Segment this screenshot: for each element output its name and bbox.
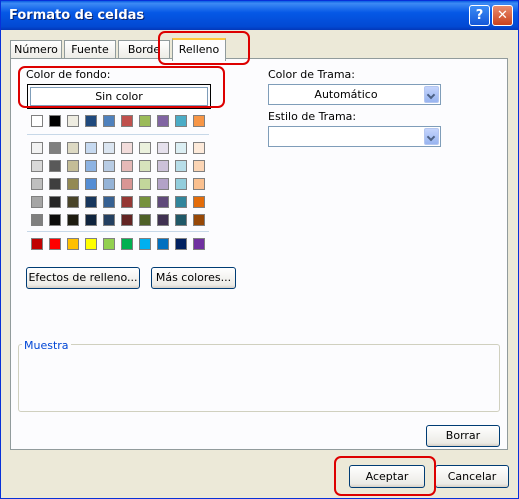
close-button[interactable]: ✕ xyxy=(492,5,513,26)
color-swatch[interactable] xyxy=(49,196,61,208)
dialog-title: Formato de celdas xyxy=(9,8,145,23)
tab-fuente[interactable]: Fuente xyxy=(64,40,116,59)
color-swatch[interactable] xyxy=(67,160,79,172)
color-swatch[interactable] xyxy=(85,160,97,172)
color-swatch[interactable] xyxy=(85,214,97,226)
color-swatch[interactable] xyxy=(31,142,43,154)
sample-label: Muestra xyxy=(22,339,71,352)
color-swatch[interactable] xyxy=(157,196,169,208)
color-swatch[interactable] xyxy=(67,142,79,154)
color-swatch[interactable] xyxy=(175,196,187,208)
tab-strip: Número Fuente Borde Relleno xyxy=(10,38,250,61)
color-swatch[interactable] xyxy=(121,178,133,190)
color-swatch[interactable] xyxy=(139,238,151,250)
color-swatch[interactable] xyxy=(85,142,97,154)
pattern-style-label: Estilo de Trama: xyxy=(268,110,357,123)
tab-numero[interactable]: Número xyxy=(10,40,62,59)
color-swatch[interactable] xyxy=(121,160,133,172)
background-color-label: Color de fondo: xyxy=(26,68,111,81)
color-swatch[interactable] xyxy=(139,196,151,208)
no-color-button[interactable]: Sin color xyxy=(30,87,208,106)
color-swatch[interactable] xyxy=(121,214,133,226)
cancel-button[interactable]: Cancelar xyxy=(435,465,509,488)
color-swatch[interactable] xyxy=(85,115,97,127)
clear-button[interactable]: Borrar xyxy=(426,425,500,447)
color-swatch[interactable] xyxy=(103,196,115,208)
color-swatch[interactable] xyxy=(31,115,43,127)
color-swatch[interactable] xyxy=(193,142,205,154)
color-swatch[interactable] xyxy=(139,214,151,226)
color-swatch[interactable] xyxy=(175,214,187,226)
color-swatch[interactable] xyxy=(103,214,115,226)
color-swatch[interactable] xyxy=(139,115,151,127)
color-swatch[interactable] xyxy=(157,142,169,154)
color-swatch[interactable] xyxy=(67,238,79,250)
color-swatch[interactable] xyxy=(121,196,133,208)
color-swatch[interactable] xyxy=(103,238,115,250)
color-swatch[interactable] xyxy=(85,196,97,208)
color-swatch[interactable] xyxy=(67,214,79,226)
color-swatch[interactable] xyxy=(121,238,133,250)
color-swatch[interactable] xyxy=(67,196,79,208)
color-swatch[interactable] xyxy=(31,214,43,226)
color-swatch[interactable] xyxy=(67,178,79,190)
color-swatch[interactable] xyxy=(193,178,205,190)
fill-effects-button[interactable]: Efectos de relleno... xyxy=(26,267,140,289)
pattern-color-label: Color de Trama: xyxy=(268,68,355,81)
color-swatch[interactable] xyxy=(193,238,205,250)
color-swatch[interactable] xyxy=(139,142,151,154)
color-swatch[interactable] xyxy=(193,160,205,172)
color-swatch[interactable] xyxy=(103,142,115,154)
color-swatch[interactable] xyxy=(85,178,97,190)
color-swatch[interactable] xyxy=(49,160,61,172)
color-swatch[interactable] xyxy=(31,238,43,250)
color-swatch[interactable] xyxy=(175,178,187,190)
title-bar[interactable]: Formato de celdas ? ✕ xyxy=(1,1,518,30)
color-swatch[interactable] xyxy=(175,115,187,127)
color-swatch[interactable] xyxy=(49,178,61,190)
color-swatch[interactable] xyxy=(49,115,61,127)
color-swatch[interactable] xyxy=(193,196,205,208)
color-swatch[interactable] xyxy=(49,238,61,250)
chevron-down-icon[interactable] xyxy=(424,86,439,103)
sample-group xyxy=(18,344,500,412)
ok-button[interactable]: Aceptar xyxy=(349,465,425,488)
color-swatch[interactable] xyxy=(31,196,43,208)
color-swatch[interactable] xyxy=(121,142,133,154)
tab-borde[interactable]: Borde xyxy=(118,40,170,59)
palette-separator xyxy=(27,231,209,232)
color-swatch[interactable] xyxy=(139,178,151,190)
help-button[interactable]: ? xyxy=(469,5,490,26)
color-swatch[interactable] xyxy=(193,115,205,127)
color-swatch[interactable] xyxy=(103,160,115,172)
more-colors-button[interactable]: Más colores... xyxy=(151,267,236,289)
color-swatch[interactable] xyxy=(31,160,43,172)
palette-separator xyxy=(27,134,209,135)
color-swatch[interactable] xyxy=(175,142,187,154)
color-swatch[interactable] xyxy=(175,160,187,172)
color-swatch[interactable] xyxy=(157,115,169,127)
color-swatch[interactable] xyxy=(175,238,187,250)
pattern-style-dropdown[interactable] xyxy=(268,126,441,147)
color-swatch[interactable] xyxy=(157,178,169,190)
pattern-color-value: Automático xyxy=(314,88,378,101)
color-swatch[interactable] xyxy=(49,214,61,226)
color-swatch[interactable] xyxy=(103,178,115,190)
color-swatch[interactable] xyxy=(103,115,115,127)
color-swatch[interactable] xyxy=(31,178,43,190)
color-swatch[interactable] xyxy=(157,160,169,172)
color-swatch[interactable] xyxy=(121,115,133,127)
color-swatch[interactable] xyxy=(85,238,97,250)
tab-relleno[interactable]: Relleno xyxy=(172,38,226,61)
color-swatch[interactable] xyxy=(157,238,169,250)
color-swatch[interactable] xyxy=(157,214,169,226)
color-swatch[interactable] xyxy=(193,214,205,226)
color-swatch[interactable] xyxy=(49,142,61,154)
color-swatch[interactable] xyxy=(67,115,79,127)
color-swatch[interactable] xyxy=(139,160,151,172)
chevron-down-icon[interactable] xyxy=(424,128,439,145)
pattern-color-dropdown[interactable]: Automático xyxy=(268,84,441,105)
